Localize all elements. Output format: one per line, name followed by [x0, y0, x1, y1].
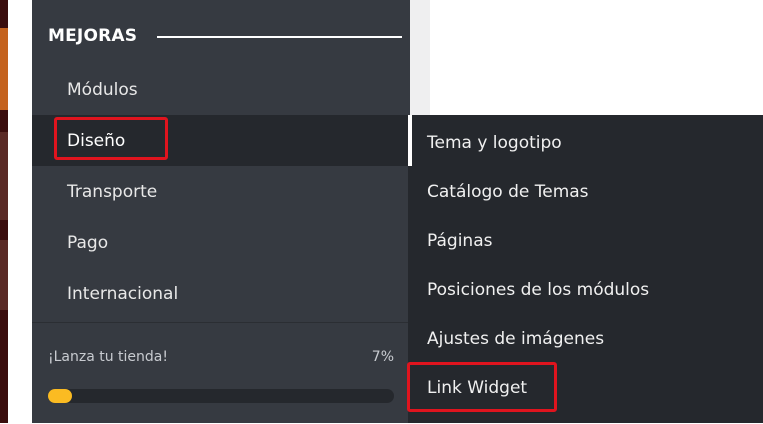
- submenu-diseno: Tema y logotipo Catálogo de Temas Página…: [408, 115, 763, 423]
- sidebar-item-label: Transporte: [67, 181, 158, 202]
- submenu-item-label: Tema y logotipo: [427, 132, 562, 153]
- submenu-item-label: Catálogo de Temas: [427, 181, 589, 202]
- section-header: MEJORAS: [48, 22, 402, 50]
- sidebar-item-transporte[interactable]: Transporte: [32, 166, 410, 217]
- submenu-item-posiciones-modulos[interactable]: Posiciones de los módulos: [408, 265, 763, 314]
- section-title: MEJORAS: [48, 26, 138, 46]
- sidebar-menu: MEJORAS Módulos Diseño Transporte Pago I…: [32, 0, 410, 423]
- background-block: [0, 28, 8, 110]
- background-app-edge: [0, 0, 8, 423]
- launch-store-widget[interactable]: ¡Lanza tu tienda! 7%: [32, 322, 410, 424]
- launch-percent: 7%: [371, 349, 394, 365]
- submenu-item-paginas[interactable]: Páginas: [408, 216, 763, 265]
- launch-progress-fill: [48, 389, 73, 403]
- sidebar-item-internacional[interactable]: Internacional: [32, 268, 410, 319]
- content-area-edge: [410, 0, 430, 115]
- submenu-item-catalogo-temas[interactable]: Catálogo de Temas: [408, 167, 763, 216]
- background-block: [0, 240, 8, 310]
- submenu-item-tema-logotipo[interactable]: Tema y logotipo: [408, 118, 763, 167]
- section-divider: [157, 36, 402, 38]
- launch-label: ¡Lanza tu tienda!: [48, 349, 168, 365]
- sidebar-item-modulos[interactable]: Módulos: [32, 64, 410, 115]
- sidebar-item-diseno[interactable]: Diseño: [32, 115, 410, 166]
- submenu-item-label: Páginas: [427, 230, 493, 251]
- sidebar-item-label: Pago: [67, 232, 109, 253]
- sidebar-item-pago[interactable]: Pago: [32, 217, 410, 268]
- submenu-item-label: Ajustes de imágenes: [427, 328, 605, 349]
- submenu-item-label: Link Widget: [427, 377, 528, 398]
- submenu-item-ajustes-imagenes[interactable]: Ajustes de imágenes: [408, 314, 763, 363]
- background-block: [0, 132, 8, 220]
- sidebar-item-label: Módulos: [67, 79, 138, 100]
- submenu-item-link-widget[interactable]: Link Widget: [408, 363, 763, 412]
- sidebar-item-label: Diseño: [67, 130, 126, 151]
- launch-progress-bar: [48, 389, 394, 403]
- sidebar-item-label: Internacional: [67, 283, 179, 304]
- submenu-item-label: Posiciones de los módulos: [427, 279, 650, 300]
